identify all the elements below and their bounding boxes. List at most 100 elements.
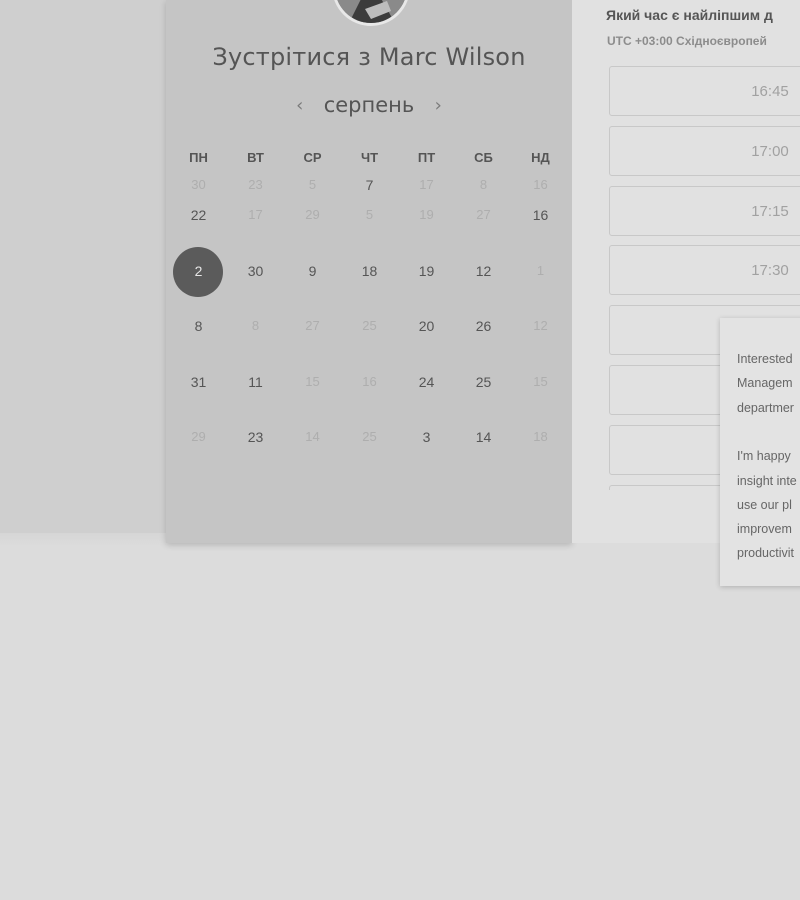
chevron-right-icon[interactable]: › bbox=[428, 95, 448, 116]
calendar-day: 30 bbox=[170, 169, 227, 199]
time-slot-button[interactable]: 17:00 bbox=[609, 125, 800, 176]
time-slot-label: 17:30 bbox=[751, 262, 789, 280]
calendar-week-row: 22 17 29 5 19 27 16 bbox=[170, 199, 569, 255]
weekday-header: ПН ВТ СР ЧТ ПТ СБ НД bbox=[170, 150, 569, 165]
calendar-day-selected[interactable]: 2 bbox=[170, 246, 227, 311]
calendar-day-number: 14 bbox=[475, 429, 492, 445]
calendar-day-number: 27 bbox=[476, 207, 491, 222]
calendar-day-number: 14 bbox=[305, 429, 320, 444]
calendar-day-number: 24 bbox=[418, 373, 435, 390]
weekday-label: НД bbox=[531, 150, 550, 165]
calendar-day-number: 16 bbox=[532, 207, 549, 223]
calendar-day-number: 25 bbox=[362, 318, 377, 333]
calendar-day[interactable]: 16 bbox=[512, 199, 569, 255]
calendar-day: 29 bbox=[170, 421, 227, 477]
time-slot-button[interactable]: 17:30 bbox=[609, 245, 800, 296]
calendar-day[interactable]: 11 bbox=[227, 366, 284, 422]
time-question-heading: Який час є найліпшим д bbox=[606, 7, 773, 23]
chevron-left-icon[interactable]: ‹ bbox=[290, 95, 310, 116]
calendar-day-number: 5 bbox=[308, 177, 317, 192]
calendar-day-number: 18 bbox=[361, 262, 378, 279]
calendar-day-number: 23 bbox=[248, 177, 263, 192]
calendar-card: Зустрітися з Marc Wilson ‹ серпень › ПН В… bbox=[166, 0, 572, 543]
calendar-grid: 30 23 5 7 17 8 16 22 17 29 5 19 27 16 2 30 9 18 19 12 1 8 8 27 2… bbox=[170, 169, 569, 477]
description-line: improvem bbox=[737, 522, 792, 537]
calendar-day[interactable]: 26 bbox=[455, 310, 512, 366]
calendar-day[interactable]: 7 bbox=[341, 169, 398, 199]
calendar-week-row: 30 23 5 7 17 8 16 bbox=[170, 169, 569, 199]
calendar-day: 5 bbox=[284, 169, 341, 199]
calendar-day[interactable]: 12 bbox=[455, 255, 512, 311]
description-popover: Interested Managem departmer I'm happy insig… bbox=[720, 318, 800, 586]
calendar-day-number: 22 bbox=[190, 207, 207, 223]
calendar-day[interactable]: 24 bbox=[398, 366, 455, 422]
time-slot-button[interactable]: 17:15 bbox=[609, 185, 800, 236]
description-line: I'm happy bbox=[737, 449, 791, 464]
weekday-label: СР bbox=[303, 150, 322, 165]
calendar-day[interactable]: 9 bbox=[284, 255, 341, 311]
calendar-day[interactable]: 8 bbox=[170, 310, 227, 366]
calendar-day-number: 16 bbox=[362, 373, 377, 389]
calendar-week-row: 2 30 9 18 19 12 1 bbox=[170, 246, 569, 311]
calendar-day-number: 12 bbox=[533, 318, 548, 333]
calendar-day-number: 16 bbox=[533, 177, 548, 192]
calendar-day[interactable]: 14 bbox=[455, 421, 512, 477]
calendar-day-number: 19 bbox=[418, 262, 435, 279]
time-slot-button[interactable]: 16:45 bbox=[609, 66, 800, 116]
calendar-day-number: 29 bbox=[305, 207, 320, 222]
calendar-day-number: 30 bbox=[247, 262, 264, 279]
time-slot-label: 17:00 bbox=[751, 142, 789, 160]
month-navigation: ‹ серпень › bbox=[166, 90, 572, 120]
calendar-day[interactable]: 31 bbox=[170, 366, 227, 422]
calendar-day-number: 25 bbox=[362, 429, 377, 444]
description-line: insight inte bbox=[737, 473, 797, 488]
calendar-day: 27 bbox=[455, 199, 512, 255]
calendar-day[interactable]: 23 bbox=[227, 421, 284, 477]
calendar-day[interactable]: 25 bbox=[455, 366, 512, 422]
calendar-day-number: 8 bbox=[251, 318, 260, 333]
calendar-day: 14 bbox=[284, 421, 341, 477]
calendar-day: 17 bbox=[398, 169, 455, 199]
calendar-day: 5 bbox=[341, 199, 398, 255]
calendar-day-number: 30 bbox=[191, 177, 206, 192]
calendar-day: 16 bbox=[512, 169, 569, 199]
calendar-day-number: 29 bbox=[191, 429, 206, 444]
left-panel-shadow bbox=[0, 533, 166, 547]
calendar-day: 17 bbox=[227, 199, 284, 255]
calendar-day[interactable]: 30 bbox=[227, 255, 284, 311]
description-line: Interested bbox=[737, 352, 793, 366]
calendar-day: 1 bbox=[512, 255, 569, 311]
calendar-day-number: 17 bbox=[248, 207, 263, 222]
calendar-day[interactable]: 20 bbox=[398, 310, 455, 366]
weekday-label: ПТ bbox=[417, 150, 436, 165]
calendar-day-number: 9 bbox=[308, 262, 317, 279]
description-line: departmer bbox=[737, 400, 794, 415]
calendar-day-number: 7 bbox=[365, 177, 374, 193]
calendar-day-number: 3 bbox=[422, 429, 431, 445]
calendar-day-number: 15 bbox=[533, 373, 548, 389]
calendar-day-number: 31 bbox=[190, 373, 207, 390]
calendar-day-number: 26 bbox=[475, 318, 492, 334]
calendar-day-number: 8 bbox=[194, 318, 203, 334]
calendar-day: 8 bbox=[227, 310, 284, 366]
calendar-day-number: 8 bbox=[479, 177, 488, 192]
calendar-day-number: 27 bbox=[305, 318, 320, 333]
calendar-day: 8 bbox=[455, 169, 512, 199]
calendar-week-row: 8 8 27 25 20 26 12 bbox=[170, 310, 569, 366]
description-line: use our pl bbox=[737, 497, 792, 512]
weekday-label: ВТ bbox=[247, 150, 264, 165]
calendar-day-number: 19 bbox=[419, 207, 434, 222]
calendar-day: 18 bbox=[512, 421, 569, 477]
calendar-day-number: 11 bbox=[248, 373, 263, 390]
calendar-day[interactable]: 3 bbox=[398, 421, 455, 477]
page-title: Зустрітися з Marc Wilson bbox=[212, 43, 526, 71]
calendar-card-footer bbox=[166, 500, 572, 543]
calendar-day[interactable]: 19 bbox=[398, 255, 455, 311]
time-slot-label: 16:45 bbox=[751, 83, 789, 100]
time-slot-label: 17:15 bbox=[751, 202, 789, 220]
left-panel bbox=[0, 0, 166, 533]
calendar-day[interactable]: 18 bbox=[341, 255, 398, 311]
calendar-day: 29 bbox=[284, 199, 341, 255]
timezone-label[interactable]: UTC +03:00 Східноєвропей bbox=[607, 34, 767, 48]
calendar-day: 15 bbox=[512, 366, 569, 422]
